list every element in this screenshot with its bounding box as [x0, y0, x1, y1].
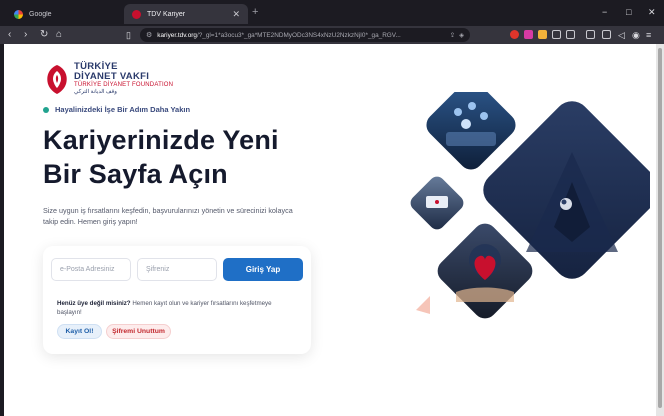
url-host: kariyer.tdv.org [157, 31, 197, 39]
sidebar-toggle-icon[interactable] [586, 30, 595, 39]
password-input[interactable]: Şifreniz [137, 258, 217, 281]
new-tab-button[interactable]: + [252, 6, 258, 18]
menu-icon[interactable]: ≡ [646, 28, 651, 42]
wallet-icon[interactable] [602, 30, 611, 39]
reload-button[interactable]: ↻ [40, 28, 48, 42]
tab-google-label: Google [29, 10, 52, 18]
share-icon[interactable]: ⇪ [450, 31, 455, 39]
extension-icon-2[interactable] [538, 30, 547, 39]
extension-icon-4[interactable] [566, 30, 575, 39]
browser-tab-bar: Google TDV Kariyer ✕ + − □ ✕ [0, 0, 664, 26]
register-button[interactable]: Kayıt Ol! [57, 324, 102, 339]
extension-icon-3[interactable] [552, 30, 561, 39]
maximize-button[interactable]: □ [626, 7, 631, 17]
logo-title-line2: DİYANET VAKFI [74, 71, 150, 82]
scrollbar-thumb[interactable] [658, 48, 662, 408]
hero-image-collage [410, 92, 650, 319]
email-input[interactable]: e-Posta Adresiniz [51, 258, 131, 281]
hero-description: Size uygun iş fırsatlarını keşfedin, baş… [43, 206, 293, 226]
tab-google[interactable]: Google [6, 4, 120, 24]
close-window-button[interactable]: ✕ [648, 7, 656, 18]
logo-subtitle-english: TÜRKİYE DİYANET FOUNDATION [74, 82, 174, 88]
address-bar[interactable]: ⚙ kariyer.tdv.org/?_gl=1*a3ocu3*_ga*MTE2… [140, 28, 470, 42]
collage-laptop-tile [410, 176, 464, 230]
tab-tdv-kariyer[interactable]: TDV Kariyer ✕ [124, 4, 248, 24]
minimize-button[interactable]: − [602, 7, 607, 17]
tab-tdv-kariyer-label: TDV Kariyer [147, 10, 186, 18]
extension-brave-rewards-icon[interactable] [510, 30, 519, 39]
hero-title-line1: Kariyerinizde Yeni [43, 125, 279, 155]
register-question: Henüz üye değil misiniz? [57, 300, 131, 307]
hero-title-line2: Bir Sayfa Açın [43, 159, 228, 189]
hero-tagline: Hayalinizdeki İşe Bir Adım Daha Yakın [43, 105, 190, 114]
browser-toolbar: ‹ › ↻ ⌂ ▯ ⚙ kariyer.tdv.org/?_gl=1*a3ocu… [0, 26, 664, 44]
register-prompt: Henüz üye değil misiniz? Hemen kayıt olu… [57, 299, 297, 317]
url-path: /?_gl=1*a3ocu3*_ga*MTE2NDMyODc3NS4xNzU2N… [196, 31, 401, 39]
extension-icon-1[interactable] [524, 30, 533, 39]
back-button[interactable]: ‹ [8, 28, 11, 42]
vpn-icon[interactable]: ◉ [632, 28, 640, 42]
forgot-password-button[interactable]: Şifremi Unuttum [106, 324, 171, 339]
leo-icon[interactable]: ◁ [618, 28, 625, 42]
tagline-text: Hayalinizdeki İşe Bir Adım Daha Yakın [55, 105, 191, 114]
google-favicon-icon [14, 9, 23, 19]
tdv-logo[interactable]: TÜRKİYE DİYANET VAKFI TÜRKİYE DİYANET FO… [44, 62, 173, 96]
site-settings-icon[interactable]: ⚙ [146, 31, 152, 39]
tagline-dot-icon [43, 106, 49, 113]
tdv-favicon-icon [132, 9, 141, 19]
tab-close-icon[interactable]: ✕ [232, 9, 240, 20]
hero-title: Kariyerinizde Yeni Bir Sayfa Açın [43, 123, 279, 191]
login-button[interactable]: Giriş Yap [223, 258, 303, 281]
bookmark-icon[interactable]: ▯ [126, 28, 131, 42]
page-scrollbar[interactable] [656, 44, 664, 416]
decor-triangle-pink [416, 296, 430, 314]
tdv-logo-emblem-icon [47, 65, 67, 94]
logo-subtitle-arabic: وقف الديانة التركي [74, 89, 117, 95]
forward-button[interactable]: › [24, 28, 27, 42]
home-button[interactable]: ⌂ [56, 28, 62, 42]
shield-icon[interactable]: ◈ [459, 31, 464, 39]
login-card: e-Posta Adresiniz Şifreniz Giriş Yap Hen… [43, 246, 311, 354]
